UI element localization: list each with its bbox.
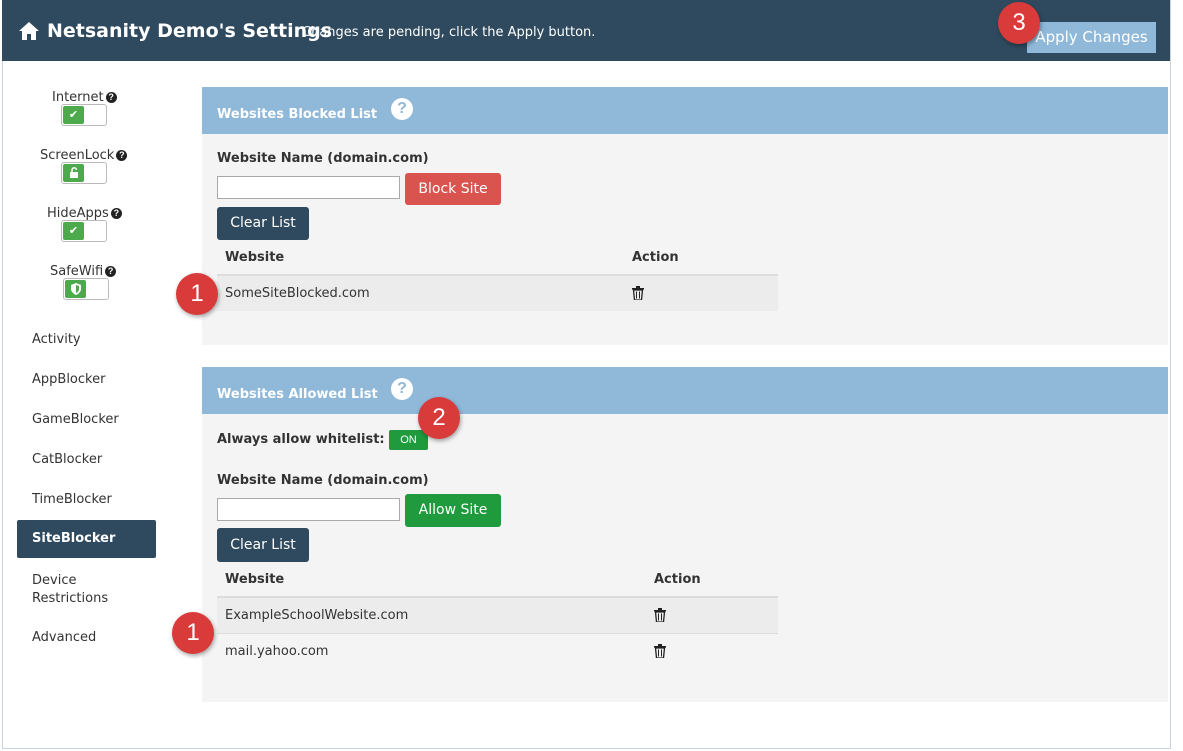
column-header-website: Website xyxy=(225,572,285,587)
top-bar: Netsanity Demo's Settings Changes are pe… xyxy=(2,0,1170,61)
website-cell: mail.yahoo.com xyxy=(225,644,329,659)
column-header-action: Action xyxy=(654,572,701,587)
table-row: ExampleSchoolWebsite.com xyxy=(217,598,778,633)
website-cell: SomeSiteBlocked.com xyxy=(225,286,370,301)
toggle-label: Internet xyxy=(52,90,104,105)
check-icon: ✔ xyxy=(63,106,84,124)
help-icon[interactable]: ? xyxy=(105,92,117,103)
blocked-panel: Websites Blocked List ? Website Name (do… xyxy=(202,87,1168,345)
nav-activity[interactable]: Activity xyxy=(17,332,156,347)
blocked-panel-title: Websites Blocked List xyxy=(217,107,378,122)
help-icon[interactable]: ? xyxy=(391,378,413,400)
always-allow-toggle[interactable]: ON xyxy=(389,430,428,450)
annotation-badge-2: 2 xyxy=(418,397,460,439)
blocked-panel-header: Websites Blocked List ? xyxy=(202,87,1168,134)
clear-blocked-list-button[interactable]: Clear List xyxy=(217,207,309,240)
nav-siteblocker[interactable]: SiteBlocker xyxy=(17,520,156,558)
safewifi-switch[interactable] xyxy=(63,278,109,300)
nav-timeblocker[interactable]: TimeBlocker xyxy=(17,492,156,507)
table-row: mail.yahoo.com xyxy=(217,634,778,669)
toggle-label: ScreenLock xyxy=(40,148,115,163)
allowed-panel-title: Websites Allowed List xyxy=(217,387,378,402)
check-icon: ✔ xyxy=(63,222,84,240)
help-icon[interactable]: ? xyxy=(110,208,122,219)
column-header-action: Action xyxy=(632,250,679,265)
toggle-label: SafeWifi xyxy=(50,264,104,279)
page-title: Netsanity Demo's Settings xyxy=(47,20,333,42)
blocked-table: Website Action SomeSiteBlocked.com xyxy=(217,247,778,317)
hideapps-switch[interactable]: ✔ xyxy=(61,220,107,242)
blocked-field-label: Website Name (domain.com) xyxy=(217,151,429,166)
trash-icon[interactable] xyxy=(654,644,666,658)
annotation-badge-1: 1 xyxy=(176,273,218,315)
help-icon[interactable]: ? xyxy=(105,266,117,277)
allowed-website-input[interactable] xyxy=(217,498,400,521)
help-icon[interactable]: ? xyxy=(391,98,413,120)
trash-icon[interactable] xyxy=(632,286,644,300)
allowed-field-label: Website Name (domain.com) xyxy=(217,473,429,488)
screenlock-switch[interactable] xyxy=(61,162,107,184)
nav-appblocker[interactable]: AppBlocker xyxy=(17,372,156,387)
allow-site-button[interactable]: Allow Site xyxy=(405,494,501,527)
clear-allowed-list-button[interactable]: Clear List xyxy=(217,528,309,562)
nav-device-restrictions[interactable]: Device Restrictions xyxy=(17,572,156,608)
allowed-table: Website Action ExampleSchoolWebsite.com … xyxy=(217,569,778,669)
shield-icon xyxy=(65,280,86,298)
always-allow-label: Always allow whitelist: xyxy=(217,432,385,447)
home-icon[interactable] xyxy=(18,21,40,41)
trash-icon[interactable] xyxy=(654,608,666,622)
nav-device-line1: Device xyxy=(32,573,77,588)
table-row: SomeSiteBlocked.com xyxy=(217,276,778,311)
nav-gameblocker[interactable]: GameBlocker xyxy=(17,412,156,427)
website-cell: ExampleSchoolWebsite.com xyxy=(225,608,409,623)
internet-switch[interactable]: ✔ xyxy=(61,104,107,126)
toggle-label: HideApps xyxy=(47,206,109,221)
apply-changes-button[interactable]: Apply Changes xyxy=(1027,22,1156,53)
allowed-panel-header: Websites Allowed List ? xyxy=(202,367,1168,414)
annotation-badge-3: 3 xyxy=(998,2,1040,44)
help-icon[interactable]: ? xyxy=(116,150,128,161)
column-header-website: Website xyxy=(225,250,285,265)
blocked-website-input[interactable] xyxy=(217,176,400,199)
block-site-button[interactable]: Block Site xyxy=(405,173,501,205)
annotation-badge-1: 1 xyxy=(172,612,214,654)
pending-message: Changes are pending, click the Apply but… xyxy=(302,25,596,40)
nav-catblocker[interactable]: CatBlocker xyxy=(17,452,156,467)
allowed-panel: Websites Allowed List ? Always allow whi… xyxy=(202,367,1168,702)
nav-device-line2: Restrictions xyxy=(32,591,109,606)
nav-advanced[interactable]: Advanced xyxy=(17,630,156,645)
unlock-icon xyxy=(63,164,84,182)
